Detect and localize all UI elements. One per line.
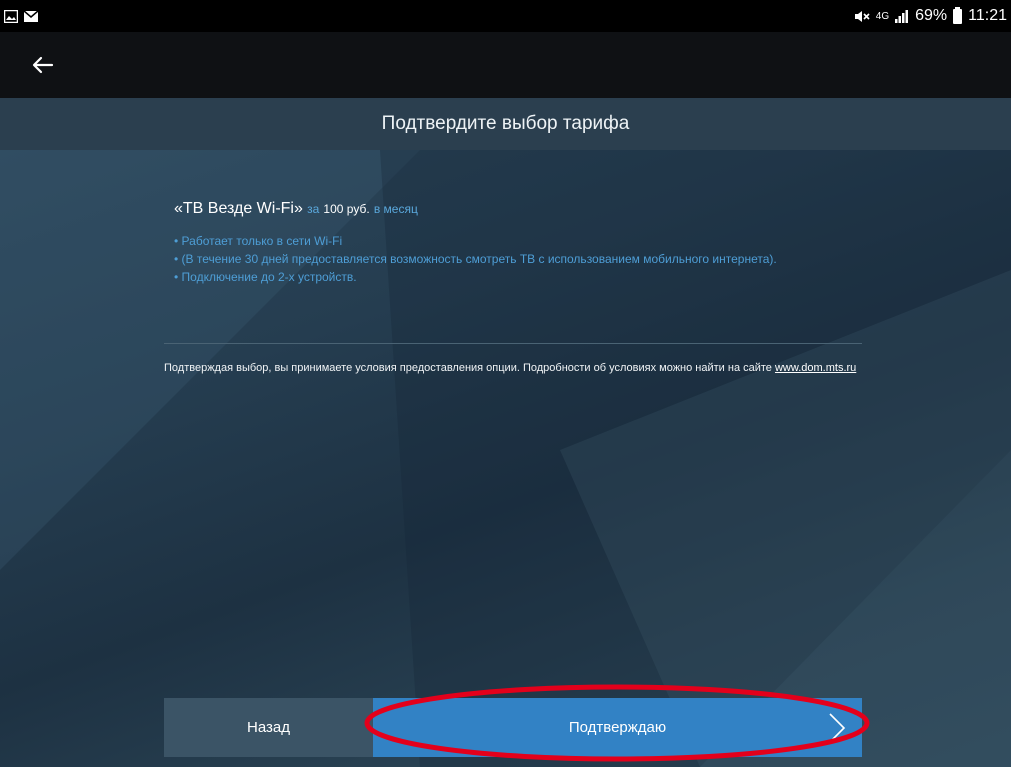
terms-link[interactable]: www.dom.mts.ru xyxy=(775,362,856,374)
tariff-headline: «ТВ Везде Wi-Fi» за 100 руб. в месяц xyxy=(174,200,874,218)
chevron-right-icon xyxy=(829,713,846,743)
app-bar xyxy=(0,32,1011,98)
terms-note: Подтверждая выбор, вы принимаете условия… xyxy=(164,359,864,377)
back-button-label: Назад xyxy=(247,719,290,736)
tariff-price: 100 руб. xyxy=(323,202,370,216)
price-period: в месяц xyxy=(373,202,418,216)
back-button[interactable]: Назад xyxy=(164,698,373,757)
feature-list: • Работает только в сети Wi-Fi • (В тече… xyxy=(174,232,874,286)
battery-percent: 69% xyxy=(915,7,948,24)
status-left xyxy=(0,9,38,23)
network-type: 4G xyxy=(875,10,890,22)
status-bar: 4G 69% 11:21 xyxy=(0,0,1011,32)
signal-icon xyxy=(895,9,909,23)
mail-notification-icon xyxy=(24,9,38,22)
tariff-name: «ТВ Везде Wi-Fi» xyxy=(174,200,303,217)
battery-icon xyxy=(953,6,963,24)
terms-text: Подтверждая выбор, вы принимаете условия… xyxy=(164,362,772,374)
mute-icon xyxy=(854,10,870,22)
gallery-notification-icon xyxy=(4,9,18,23)
status-right: 4G 69% 11:21 xyxy=(854,6,1011,25)
page-title: Подтвердите выбор тарифа xyxy=(381,113,630,134)
confirm-button-label: Подтверждаю xyxy=(568,719,667,736)
feature-item: • Подключение до 2-х устройств. xyxy=(174,270,357,284)
content-area: «ТВ Везде Wi-Fi» за 100 руб. в месяц • Р… xyxy=(0,150,1011,767)
tariff-block: «ТВ Везде Wi-Fi» за 100 руб. в месяц • Р… xyxy=(174,200,874,286)
divider xyxy=(164,343,862,344)
screen: 4G 69% 11:21 Подтвердите выбор тарифа «Т… xyxy=(0,0,1011,767)
feature-item: • Работает только в сети Wi-Fi xyxy=(174,234,343,248)
clock: 11:21 xyxy=(968,7,1007,24)
back-arrow-icon[interactable] xyxy=(30,52,56,78)
title-bar: Подтвердите выбор тарифа xyxy=(0,98,1011,150)
confirm-button[interactable]: Подтверждаю xyxy=(373,698,862,757)
price-prefix: за xyxy=(307,202,320,216)
feature-item: • (В течение 30 дней предоставляется воз… xyxy=(174,252,777,266)
